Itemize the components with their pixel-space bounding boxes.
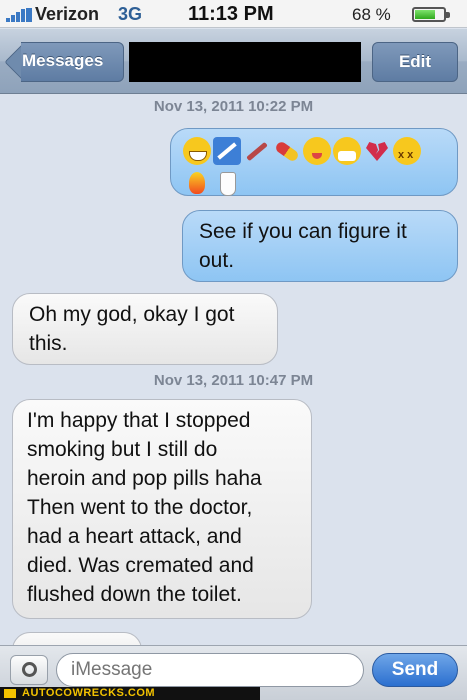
message-line: this.: [29, 332, 68, 355]
navigation-bar: Messages Edit: [0, 29, 467, 94]
message-line: Then went to the doctor,: [27, 496, 253, 519]
message-timestamp: Nov 13, 2011 10:22 PM: [153, 98, 314, 115]
message-line: Oh my god, okay I got: [29, 303, 235, 326]
camera-icon: [22, 662, 37, 677]
message-line: out.: [199, 249, 235, 272]
winking-tongue-face-icon: [303, 137, 331, 165]
camera-button[interactable]: [10, 655, 48, 685]
received-message[interactable]: Oh my god, okay I got this.: [12, 293, 278, 365]
received-message[interactable]: I'm happy that I stopped smoking but I s…: [12, 399, 312, 619]
status-bar: Verizon 3G 11:13 PM 68 %: [0, 0, 467, 28]
message-line: died. Was cremated and: [27, 554, 254, 577]
send-button[interactable]: Send: [372, 653, 458, 687]
watermark-text: AUTOCOWRECKS.COM: [22, 687, 156, 699]
carrier-name: Verizon: [35, 4, 100, 24]
mask-face-icon: [333, 137, 361, 165]
message-line: had a heart attack, and: [27, 525, 242, 548]
message-line: I'm happy that I stopped: [27, 409, 251, 432]
watermark-logo-icon: [4, 689, 16, 698]
toilet-icon: [213, 169, 241, 197]
watermark: AUTOCOWRECKS.COM: [0, 687, 260, 700]
battery-percent: 68 %: [352, 5, 391, 24]
sent-emoji-message[interactable]: [170, 128, 458, 196]
message-line: smoking but I still do: [27, 438, 218, 461]
grinning-face-icon: [183, 137, 211, 165]
status-time: 11:13 PM: [188, 3, 274, 25]
edit-button[interactable]: Edit: [372, 42, 458, 82]
no-smoking-icon: [213, 137, 241, 165]
contact-name-redacted: [129, 42, 361, 82]
message-timestamp: Nov 13, 2011 10:47 PM: [153, 372, 314, 389]
syringe-icon: [243, 137, 271, 165]
broken-heart-icon: [363, 137, 391, 165]
message-line: See if you can figure it: [199, 220, 407, 243]
dizzy-face-icon: [393, 137, 421, 170]
pill-icon: [273, 137, 301, 165]
fire-icon: [183, 169, 211, 197]
signal-strength-icon: [6, 8, 32, 22]
network-type: 3G: [118, 4, 143, 24]
sent-message[interactable]: See if you can figure it out.: [182, 210, 458, 282]
battery-icon: [412, 7, 450, 22]
back-button-label: Messages: [22, 51, 104, 70]
message-line: flushed down the toilet.: [27, 583, 242, 606]
imessage-input[interactable]: [56, 653, 364, 687]
back-to-messages-button[interactable]: Messages: [4, 42, 124, 82]
message-line: heroin and pop pills haha: [27, 467, 262, 490]
